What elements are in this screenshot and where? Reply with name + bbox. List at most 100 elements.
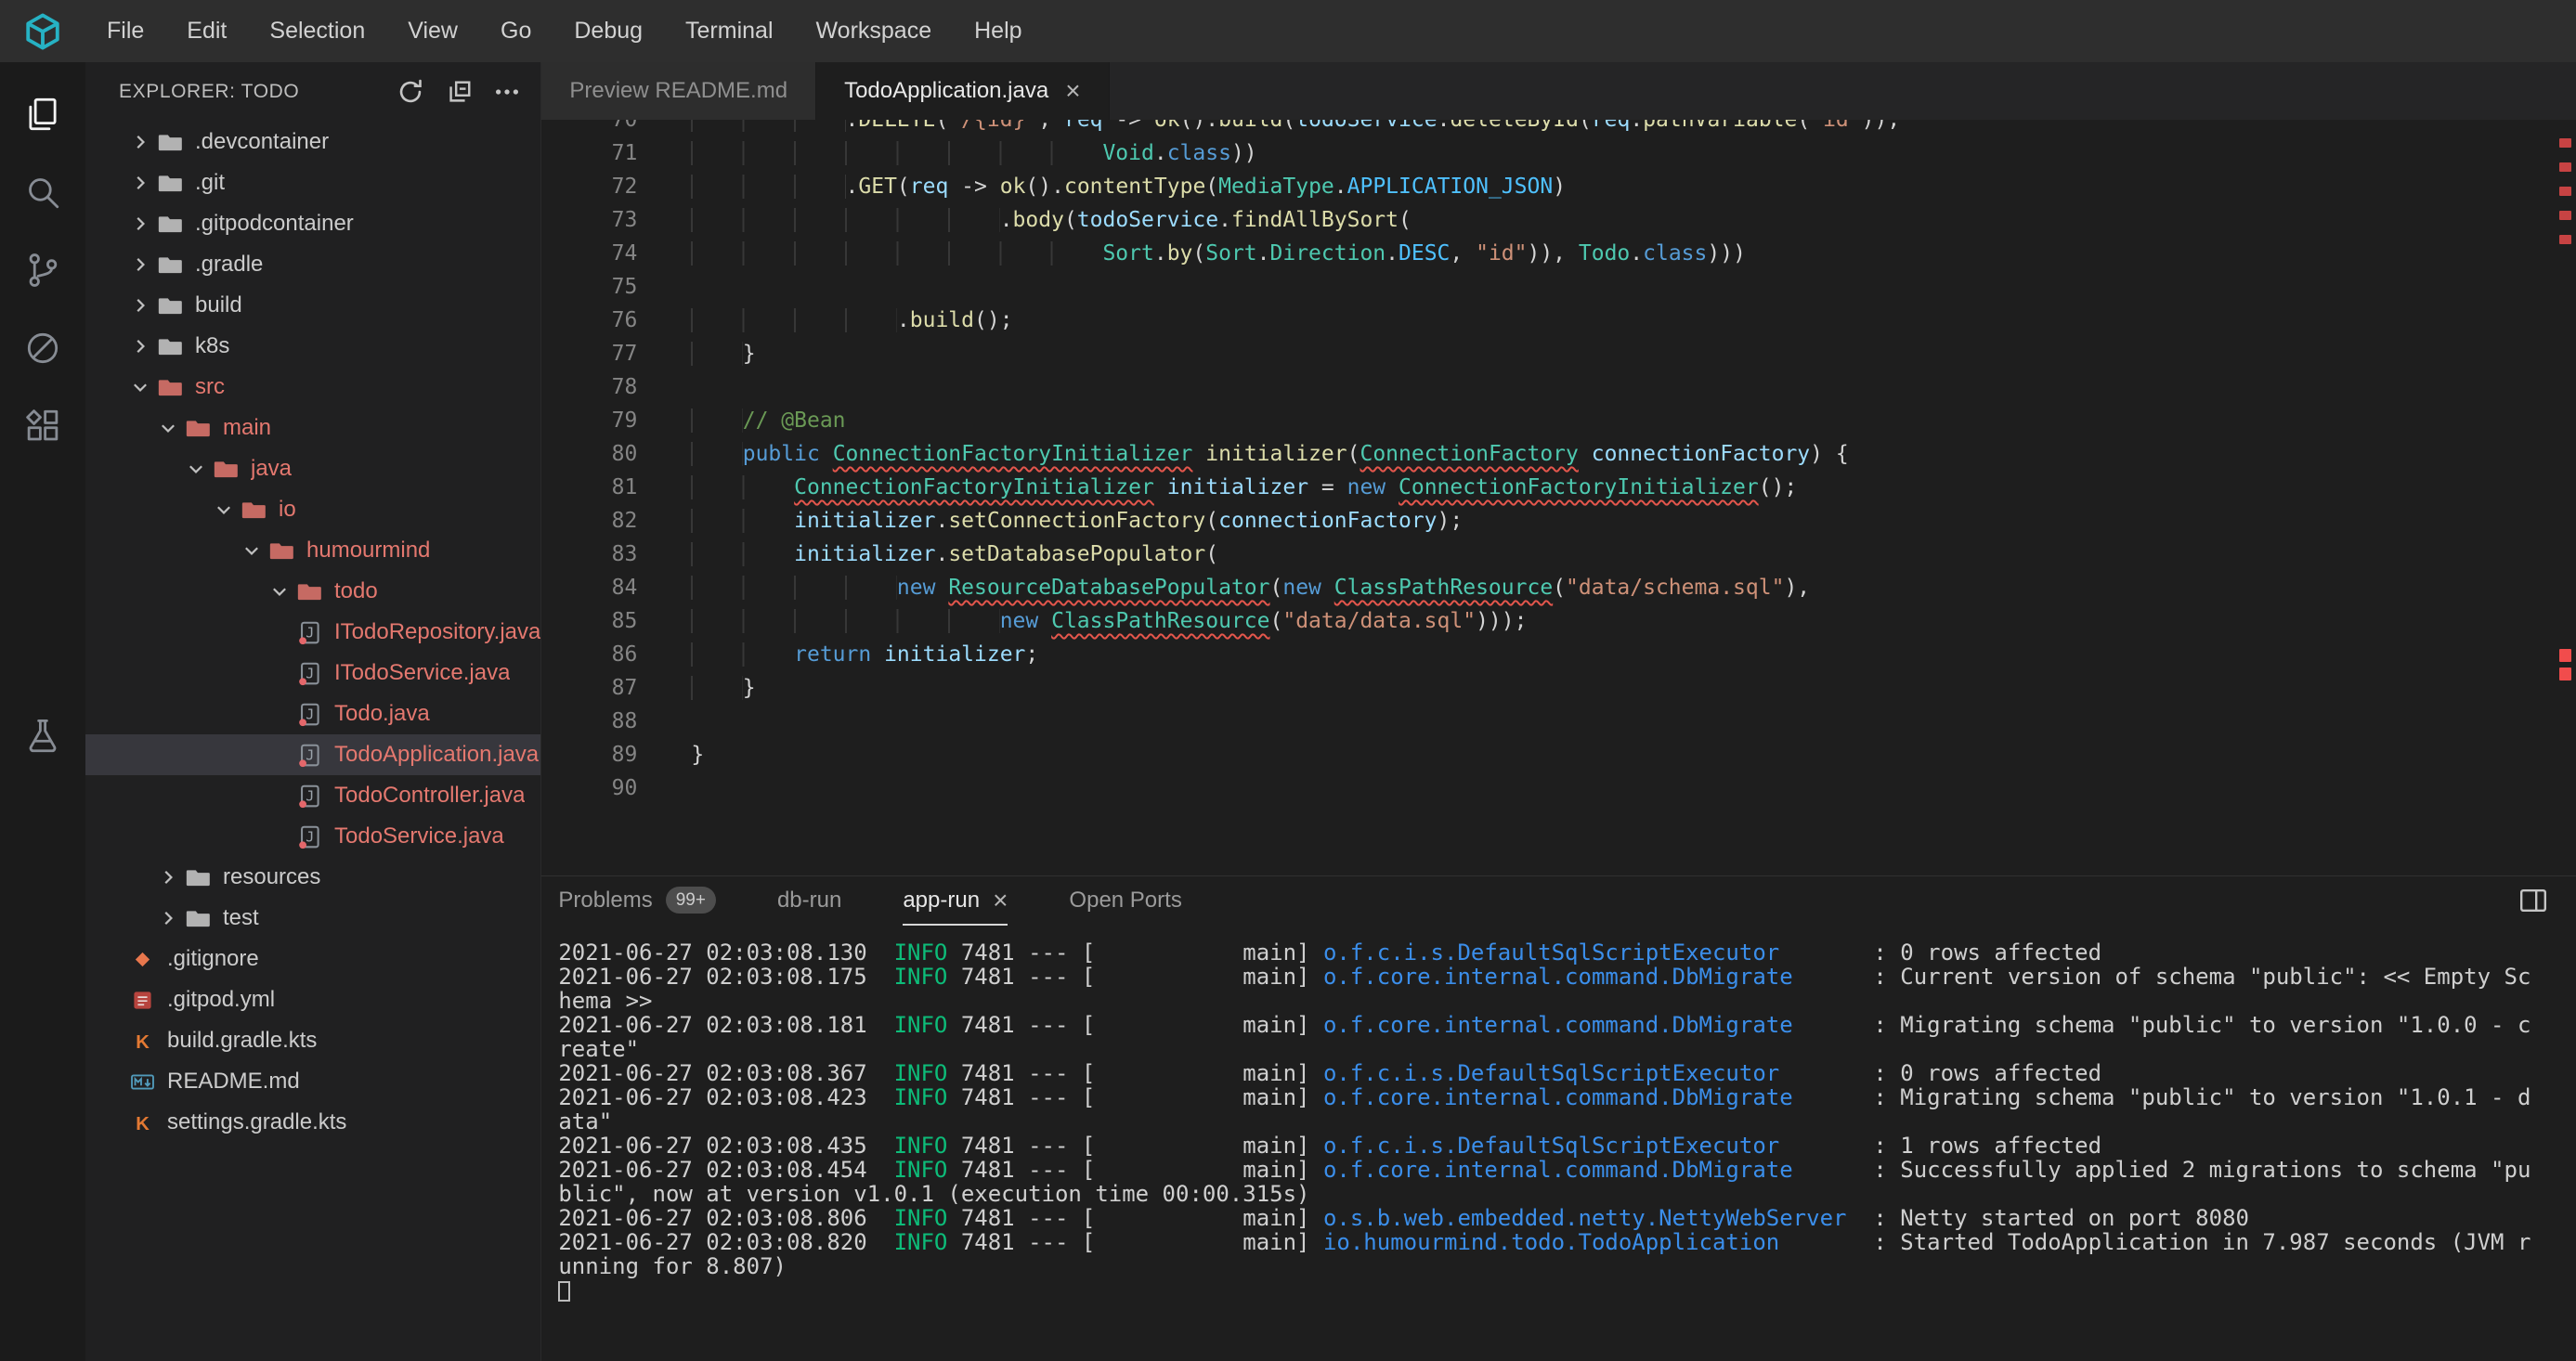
panel-tab-bar: Problems99+ db-run app-run × Open Ports	[541, 876, 2576, 926]
code-text: // @Bean	[637, 404, 845, 437]
tree-item-label: ITodoService.java	[334, 660, 510, 686]
tree-item-gradle[interactable]: .gradle	[85, 244, 540, 285]
tree-item-io[interactable]: io	[85, 489, 540, 530]
panel-tab-db-run[interactable]: db-run	[777, 876, 841, 926]
tree-item-devcontainer[interactable]: .devcontainer	[85, 122, 540, 162]
tree-item-test[interactable]: test	[85, 898, 540, 939]
explorer-title: EXPLORER: TODO	[119, 81, 396, 103]
refresh-icon[interactable]	[396, 77, 425, 107]
tree-item-main[interactable]: main	[85, 408, 540, 448]
code-line: 82 initializer.setConnectionFactory(conn…	[541, 504, 2576, 538]
code-line: 80 public ConnectionFactoryInitializer i…	[541, 437, 2576, 471]
more-icon[interactable]	[492, 77, 522, 107]
tree-item-itodoservice-java[interactable]: J ITodoService.java	[85, 653, 540, 693]
extensions-icon[interactable]	[0, 387, 85, 465]
tree-item-label: Todo.java	[334, 701, 430, 727]
line-number: 85	[541, 604, 637, 638]
panel-tab-problems[interactable]: Problems99+	[558, 876, 716, 926]
menu-item-selection[interactable]: Selection	[248, 0, 386, 62]
tree-item-itodorepository-java[interactable]: JITodoRepository.java	[85, 612, 540, 653]
tab-preview-readme-md[interactable]: Preview README.md	[541, 62, 816, 120]
code-line: 70 .DELETE("/{id}", req -> ok().build(to…	[541, 120, 2576, 136]
tree-item-readme-md[interactable]: README.md	[85, 1061, 540, 1102]
tree-item-humourmind[interactable]: humourmind	[85, 530, 540, 571]
tree-item-todocontroller-java[interactable]: JTodoController.java	[85, 775, 540, 816]
menu-item-terminal[interactable]: Terminal	[664, 0, 794, 62]
panel-layout-icon[interactable]	[2518, 886, 2548, 915]
chevron-right-icon	[158, 867, 182, 888]
tree-item-label: .git	[195, 170, 225, 196]
panel-tab-open-ports[interactable]: Open Ports	[1069, 876, 1181, 926]
java-icon: J	[297, 661, 325, 686]
folder-icon	[158, 130, 186, 155]
panel-tab-app-run[interactable]: app-run ×	[903, 876, 1008, 926]
line-number: 71	[541, 136, 637, 170]
menu-item-workspace[interactable]: Workspace	[795, 0, 954, 62]
folder-icon	[158, 334, 186, 359]
panel-tabs: Problems99+ db-run app-run × Open Ports	[558, 876, 1181, 926]
tree-item-gitignore[interactable]: .gitignore	[85, 939, 540, 979]
tab-todoapplication-java[interactable]: TodoApplication.java×	[816, 62, 1110, 120]
tree-item-build-gradle-kts[interactable]: Kbuild.gradle.kts	[85, 1020, 540, 1061]
terminal-line: ata"	[558, 1109, 2576, 1134]
menu-bar: FileEditSelectionViewGoDebugTerminalWork…	[0, 0, 2576, 62]
debug-icon[interactable]	[0, 309, 85, 387]
code-editor[interactable]: 70 .DELETE("/{id}", req -> ok().build(to…	[541, 120, 2576, 875]
tree-item-resources[interactable]: resources	[85, 857, 540, 898]
tree-item-label: TodoApplication.java	[334, 742, 539, 768]
overview-ruler-mark	[2559, 668, 2571, 680]
tree-item-label: .gitpod.yml	[167, 987, 275, 1013]
kotlin-icon: K	[130, 1110, 158, 1135]
java-icon: J	[297, 702, 325, 727]
tree-item-todoapplication-java[interactable]: J TodoApplication.java	[85, 734, 540, 775]
workbench: EXPLORER: TODO .devcontainer .git .gitpodc…	[0, 62, 2576, 1361]
tree-item-label: .gitignore	[167, 946, 259, 972]
explorer-icon[interactable]	[0, 75, 85, 153]
tree-item-gitpodcontainer[interactable]: .gitpodcontainer	[85, 203, 540, 244]
menu-item-file[interactable]: File	[85, 0, 165, 62]
menu-item-view[interactable]: View	[386, 0, 479, 62]
menu-item-go[interactable]: Go	[479, 0, 553, 62]
source-control-icon[interactable]	[0, 231, 85, 309]
menu-item-debug[interactable]: Debug	[553, 0, 664, 62]
overview-ruler-mark	[2559, 649, 2571, 662]
close-icon[interactable]: ×	[1065, 78, 1080, 104]
tree-item-label: humourmind	[306, 538, 430, 564]
panel-tab-label: Problems	[558, 888, 652, 914]
tree-item-todoservice-java[interactable]: JTodoService.java	[85, 816, 540, 857]
tree-item-label: settings.gradle.kts	[167, 1109, 346, 1135]
tree-item-todo-java[interactable]: J Todo.java	[85, 693, 540, 734]
tree-item-settings-gradle-kts[interactable]: Ksettings.gradle.kts	[85, 1102, 540, 1143]
close-icon[interactable]: ×	[993, 888, 1008, 914]
tree-item-git[interactable]: .git	[85, 162, 540, 203]
java-icon: J	[297, 743, 325, 768]
collapse-all-icon[interactable]	[444, 77, 474, 107]
line-number: 74	[541, 237, 637, 270]
overview-ruler-mark	[2559, 235, 2571, 244]
chevron-down-icon	[269, 581, 293, 602]
line-number: 87	[541, 671, 637, 705]
svg-text:J: J	[306, 706, 314, 722]
chevron-right-icon	[130, 132, 154, 152]
search-icon[interactable]	[0, 153, 85, 231]
editor-group: Preview README.md TodoApplication.java× 7…	[541, 62, 2576, 1361]
tree-item-gitpod-yml[interactable]: .gitpod.yml	[85, 979, 540, 1020]
terminal-line: 2021-06-27 02:03:08.820 INFO 7481 --- [ …	[558, 1230, 2576, 1254]
tab-label: Preview README.md	[569, 78, 787, 104]
chevron-right-icon	[130, 254, 154, 275]
tree-item-java[interactable]: java	[85, 448, 540, 489]
code-line: 76 .build();	[541, 304, 2576, 337]
test-flask-icon[interactable]	[0, 697, 85, 775]
tree-item-src[interactable]: src	[85, 367, 540, 408]
chevron-right-icon	[130, 336, 154, 356]
tree-item-k8s[interactable]: k8s	[85, 326, 540, 367]
tree-item-build[interactable]: build	[85, 285, 540, 326]
panel-tab-label: app-run	[903, 888, 980, 914]
menu-item-edit[interactable]: Edit	[165, 0, 248, 62]
explorer-actions	[396, 77, 522, 107]
gitpod-logo[interactable]	[0, 0, 85, 62]
chevron-down-icon	[130, 377, 154, 397]
tree-item-todo[interactable]: todo	[85, 571, 540, 612]
terminal-output[interactable]: 2021-06-27 02:03:08.130 INFO 7481 --- [ …	[541, 926, 2576, 1361]
menu-item-help[interactable]: Help	[953, 0, 1043, 62]
